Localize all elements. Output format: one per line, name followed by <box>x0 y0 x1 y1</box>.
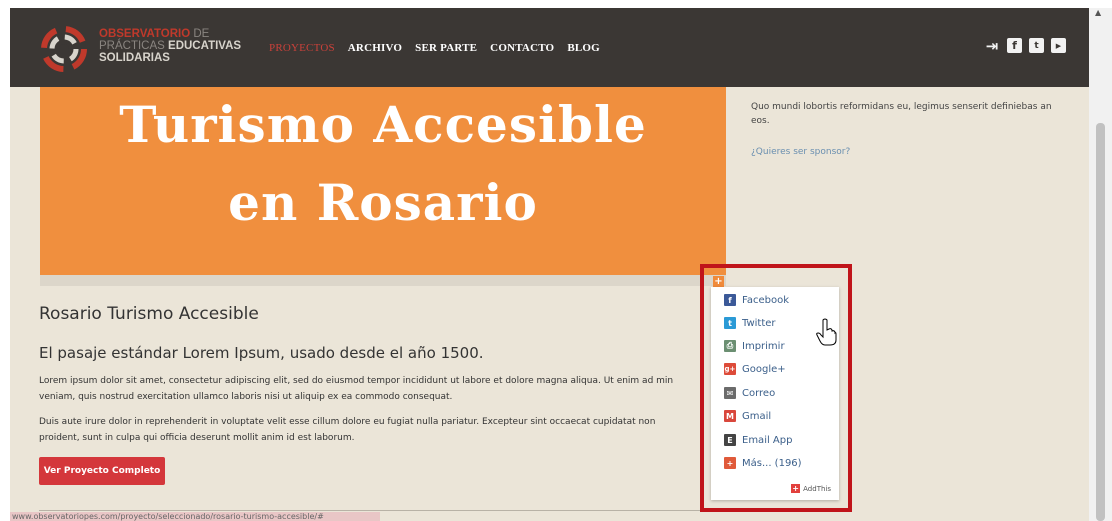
share-item-label: Facebook <box>742 294 789 306</box>
share-item-label: Imprimir <box>742 340 785 352</box>
content-divider <box>39 510 729 511</box>
facebook-icon: f <box>724 294 736 306</box>
email-app-icon: E <box>724 434 736 446</box>
nav-contacto[interactable]: CONTACTO <box>490 42 554 54</box>
share-item-email-app[interactable]: E Email App <box>724 432 792 448</box>
hero-title-line2: en Rosario <box>228 173 538 232</box>
para2-line1: Duis aute irure dolor in reprehenderit i… <box>39 417 656 427</box>
share-item-gmail[interactable]: M Gmail <box>724 408 771 424</box>
status-bar-url: www.observatoriopes.com/proyecto/selecci… <box>10 512 380 521</box>
share-item-google-plus[interactable]: g+ Google+ <box>724 361 786 377</box>
project-title: Rosario Turismo Accesible <box>39 304 259 324</box>
logo-text[interactable]: OBSERVATORIO DE PRÁCTICAS EDUCATIVAS SOL… <box>99 28 241 64</box>
share-item-label: Google+ <box>742 363 786 375</box>
share-item-label: Correo <box>742 387 776 399</box>
share-item-facebook[interactable]: f Facebook <box>724 292 789 308</box>
scroll-up-arrow-icon[interactable]: ▲ <box>1095 8 1101 17</box>
hero-divider <box>40 275 726 286</box>
sidebar-text-line1: Quo mundi lobortis reformidans eu, legim… <box>751 102 1052 112</box>
share-item-mas[interactable]: + Más... (196) <box>724 455 802 471</box>
para2-line2: proident, sunt in culpa qui officia dese… <box>39 433 355 443</box>
addthis-label: AddThis <box>803 484 831 493</box>
logo-line3: SOLIDARIAS <box>99 52 170 64</box>
share-item-label: Email App <box>742 434 793 446</box>
more-icon: + <box>724 457 736 469</box>
hero-title-line1: Turismo Accesible <box>119 95 647 154</box>
sidebar-text-line2: eos. <box>751 116 770 126</box>
sponsor-link[interactable]: ¿Quieres ser sponsor? <box>751 145 1081 159</box>
share-item-label: Más... (196) <box>742 457 802 469</box>
project-paragraph-2: Duis aute irure dolor in reprehenderit i… <box>39 414 719 446</box>
share-item-imprimir[interactable]: ⎙ Imprimir <box>724 338 785 354</box>
google-plus-icon: g+ <box>724 363 736 375</box>
logo-line1-rest: DE <box>193 28 210 40</box>
twitter-icon: t <box>724 317 736 329</box>
hand-cursor-icon <box>816 318 837 346</box>
para1-line1: Lorem ipsum dolor sit amet, consectetur … <box>39 376 674 386</box>
mail-icon: ✉ <box>724 387 736 399</box>
share-plus-icon[interactable]: + <box>713 276 724 287</box>
nav-proyectos[interactable]: PROYECTOS <box>269 42 335 54</box>
share-item-label: Gmail <box>742 410 772 422</box>
scrollbar-thumb[interactable] <box>1096 123 1105 521</box>
login-icon[interactable]: ⇥ <box>984 37 1000 55</box>
share-item-twitter[interactable]: t Twitter <box>724 315 776 331</box>
logo-line1-bold: OBSERVATORIO <box>99 28 191 40</box>
gmail-icon: M <box>724 410 736 422</box>
project-paragraph-1: Lorem ipsum dolor sit amet, consectetur … <box>39 373 719 405</box>
ver-proyecto-button[interactable]: Ver Proyecto Completo <box>39 457 165 485</box>
logo-icon[interactable] <box>41 26 87 72</box>
nav-icons: ⇥ f t ▶ <box>984 37 1066 55</box>
youtube-icon[interactable]: ▶ <box>1051 38 1066 53</box>
addthis-icon: + <box>791 484 801 493</box>
print-icon: ⎙ <box>724 340 736 352</box>
para1-line2: veniam, quis nostrud exercitation ullamc… <box>39 392 453 402</box>
addthis-brand[interactable]: + AddThis <box>791 484 831 493</box>
sidebar-text: Quo mundi lobortis reformidans eu, legim… <box>751 100 1081 128</box>
share-item-correo[interactable]: ✉ Correo <box>724 385 775 401</box>
nav-ser-parte[interactable]: SER PARTE <box>415 42 477 54</box>
nav-archivo[interactable]: ARCHIVO <box>348 42 402 54</box>
share-item-label: Twitter <box>742 317 776 329</box>
facebook-icon[interactable]: f <box>1007 38 1022 53</box>
hero-banner: Turismo Accesible en Rosario <box>40 87 726 275</box>
top-navbar: OBSERVATORIO DE PRÁCTICAS EDUCATIVAS SOL… <box>10 8 1089 87</box>
main-menu: PROYECTOS ARCHIVO SER PARTE CONTACTO BLO… <box>269 42 600 54</box>
nav-blog[interactable]: BLOG <box>567 42 600 54</box>
twitter-icon[interactable]: t <box>1029 38 1044 53</box>
project-subtitle: El pasaje estándar Lorem Ipsum, usado de… <box>39 344 484 362</box>
logo-line2-bold: EDUCATIVAS <box>168 40 242 52</box>
logo-line2-normal: PRÁCTICAS <box>99 40 165 52</box>
